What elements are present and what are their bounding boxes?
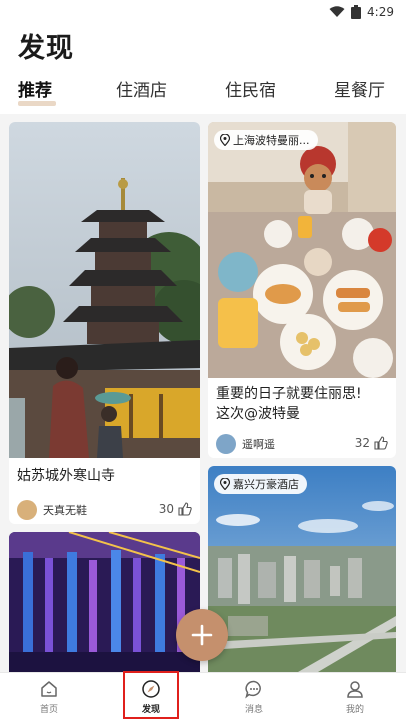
location-name: 上海波特曼丽... <box>233 134 310 147</box>
post-image: 上海波特曼丽... <box>208 122 396 378</box>
post-card-hanshan-temple[interactable]: 姑苏城外寒山寺 天真无鞋 30 <box>9 122 200 524</box>
home-icon <box>41 681 57 697</box>
tab-homestays[interactable]: 住民宿 <box>225 76 276 101</box>
wifi-icon <box>329 6 345 17</box>
nav-label-messages: 消息 <box>244 705 263 715</box>
post-card-portman[interactable]: 上海波特曼丽... 重要的日子就要住丽思! 这次@波特曼 遥啊遥 32 <box>208 122 396 458</box>
nav-label-profile: 我的 <box>345 705 364 715</box>
post-card-jiaxing-marriott[interactable]: 嘉兴万豪酒店 <box>208 466 396 672</box>
like-button[interactable]: 32 <box>355 436 388 450</box>
bottom-navigation: 首页 发现 消息 我的 <box>0 672 406 720</box>
user-icon <box>347 681 363 698</box>
tab-restaurants[interactable]: 星餐厅 <box>334 76 385 101</box>
active-tab-indicator <box>18 101 56 106</box>
avatar <box>216 434 236 454</box>
like-button[interactable]: 30 <box>159 502 192 516</box>
post-author[interactable]: 遥啊遥 <box>216 434 275 454</box>
page-title: 发现 <box>18 33 74 64</box>
thumbs-up-icon <box>374 436 388 450</box>
post-image <box>9 122 200 458</box>
category-tabs: 推荐 住酒店 住民宿 星餐厅 <box>0 76 406 108</box>
location-pin-icon <box>220 478 230 490</box>
post-card-night-venue[interactable] <box>9 532 200 672</box>
thumbs-up-icon <box>178 502 192 516</box>
nav-item-home[interactable]: 首页 <box>14 679 84 715</box>
chat-bubble-icon <box>245 680 261 699</box>
post-title-line-2: 这次@波特曼 <box>216 406 300 422</box>
status-time: 4:29 <box>367 5 394 19</box>
author-name: 天真无鞋 <box>43 504 87 517</box>
location-name: 嘉兴万豪酒店 <box>233 478 299 491</box>
discover-highlight-frame <box>123 671 179 719</box>
post-title: 姑苏城外寒山寺 <box>17 468 115 484</box>
location-badge[interactable]: 嘉兴万豪酒店 <box>214 474 307 494</box>
author-name: 遥啊遥 <box>242 438 275 451</box>
battery-icon <box>351 5 362 19</box>
like-count: 30 <box>158 502 174 516</box>
post-image <box>9 532 200 672</box>
avatar <box>17 500 37 520</box>
nav-item-messages[interactable]: 消息 <box>219 679 289 715</box>
location-badge[interactable]: 上海波特曼丽... <box>214 130 318 150</box>
status-bar: 4:29 <box>0 0 406 24</box>
post-author[interactable]: 天真无鞋 <box>17 500 87 520</box>
nav-label-home: 首页 <box>39 705 58 715</box>
like-count: 32 <box>354 436 370 450</box>
discover-feed[interactable]: 姑苏城外寒山寺 天真无鞋 30 上海波特曼丽... 重要的日子就要住丽思! 这次… <box>0 114 406 672</box>
location-pin-icon <box>220 134 230 146</box>
nav-item-profile[interactable]: 我的 <box>320 679 390 715</box>
post-title-line-1: 重要的日子就要住丽思! <box>216 386 362 402</box>
tab-recommend[interactable]: 推荐 <box>18 76 52 101</box>
create-post-button[interactable] <box>176 609 228 661</box>
tab-hotels[interactable]: 住酒店 <box>116 76 167 101</box>
post-image: 嘉兴万豪酒店 <box>208 466 396 672</box>
plus-icon <box>191 624 213 646</box>
